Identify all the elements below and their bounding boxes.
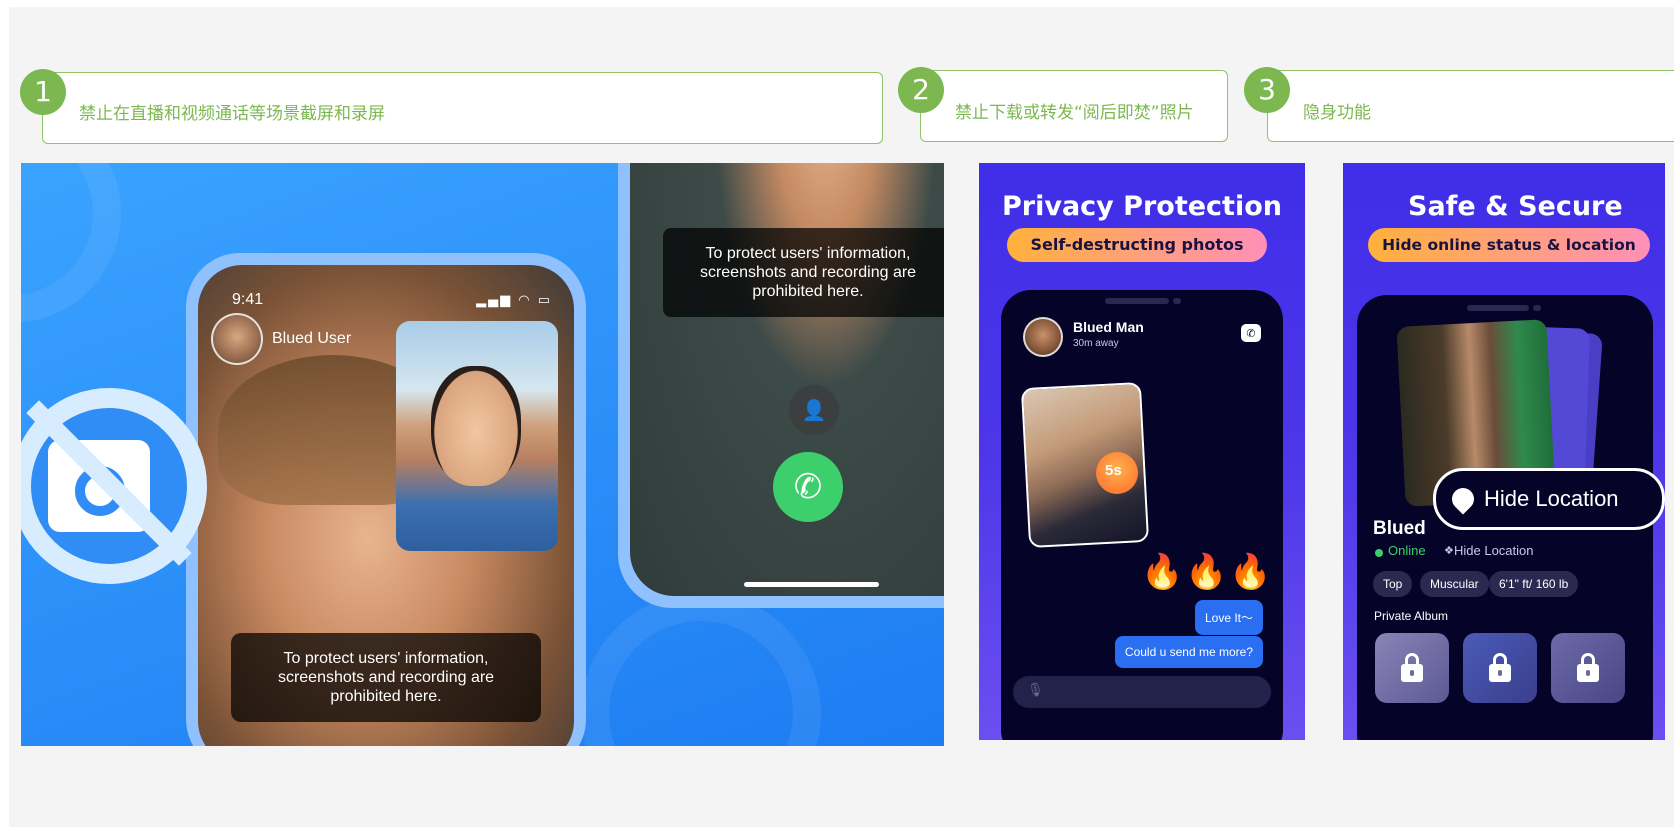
switch-camera-button[interactable]: 👤 — [789, 385, 839, 435]
phone-camera-dot — [1533, 305, 1541, 311]
tag-chip: 6'1" ft/ 160 lb — [1489, 571, 1579, 597]
contact-distance: 30m away — [1073, 338, 1119, 349]
online-status: Online — [1388, 543, 1426, 558]
private-album-label: Private Album — [1374, 609, 1449, 623]
fire-icon: 🔥 — [1185, 552, 1228, 592]
profile-name: Blued — [1373, 518, 1426, 539]
screenshot-warning-toast-right: To protect users' information, screensho… — [663, 228, 944, 317]
step-2-label: 禁止下载或转发“阅后即焚”照片 — [955, 103, 1194, 123]
private-album-photo[interactable] — [1463, 633, 1537, 703]
step-1-box: 禁止在直播和视频通话等场景截屏和录屏 — [42, 72, 883, 144]
lock-icon — [1401, 653, 1423, 682]
private-album-photo[interactable] — [1551, 633, 1625, 703]
step-1-label: 禁止在直播和视频通话等场景截屏和录屏 — [79, 104, 385, 124]
panel-headline: Safe & Secure — [1408, 191, 1623, 222]
status-icons: ▂▄▆ ◠ ▭ — [476, 293, 552, 308]
message-input[interactable]: 🎙 — [1013, 676, 1271, 708]
fire-icon: 🔥 — [1141, 552, 1184, 592]
call-button[interactable]: ✆ — [773, 452, 843, 522]
message-bubble: Could u send me more? — [1114, 636, 1263, 668]
message-bubble: Love It～ — [1194, 600, 1263, 635]
hide-location-button[interactable]: Hide Location — [1433, 468, 1665, 530]
screenshot-ban-panel: 9:41 ▂▄▆ ◠ ▭ Blued User To protect users… — [21, 163, 944, 746]
mic-icon[interactable]: 🎙 — [1027, 683, 1044, 698]
chat-phone: Blued Man 30m away ✆ 5s 🔥 🔥 🔥 Love It～ C… — [1001, 290, 1283, 740]
fire-icon: 🔥 — [1229, 552, 1272, 592]
safe-secure-panel: Safe & Secure Hide online status & locat… — [1343, 163, 1665, 740]
bg-decoration-ring — [581, 593, 821, 746]
phone-notch — [1105, 298, 1169, 304]
caller-name: Blued User — [272, 330, 352, 347]
bg-decoration-ring — [21, 163, 121, 323]
hide-status-banner: Hide online status & location — [1368, 228, 1650, 262]
lock-icon — [1577, 653, 1599, 682]
status-time: 9:41 — [232, 291, 264, 308]
tag-chip: Muscular — [1420, 571, 1489, 597]
step-2-badge: 2 — [898, 67, 944, 113]
video-call-icon[interactable]: ✆ — [1241, 324, 1261, 342]
step-3-box: 隐身功能 — [1267, 70, 1674, 142]
fire-timer-label: 5s — [1105, 462, 1122, 479]
self-view-face — [431, 366, 521, 486]
phone-notch — [1467, 305, 1529, 311]
hide-location-label: Hide Location — [1484, 486, 1619, 511]
private-album-photo[interactable] — [1375, 633, 1449, 703]
screenshot-warning-toast: To protect users' information, screensho… — [231, 633, 541, 722]
step-3-badge: 3 — [1244, 67, 1290, 113]
hide-location-small-icon: ❖ — [1444, 544, 1454, 557]
step-2-box: 禁止下载或转发“阅后即焚”照片 — [920, 70, 1228, 142]
privacy-protection-panel: Privacy Protection Self-destructing phot… — [979, 163, 1305, 740]
panel-headline: Privacy Protection — [1002, 191, 1282, 222]
hide-location-status: Hide Location — [1454, 543, 1534, 558]
avatar[interactable] — [211, 313, 263, 365]
self-destructing-banner: Self-destructing photos — [1007, 228, 1267, 262]
home-indicator — [744, 582, 879, 587]
contact-avatar[interactable] — [1023, 317, 1063, 357]
tag-chip: Top — [1373, 571, 1413, 597]
online-dot — [1375, 549, 1383, 557]
location-off-icon — [1447, 483, 1479, 515]
no-camera-icon — [21, 388, 207, 584]
lock-icon — [1489, 653, 1511, 682]
contact-name: Blued Man — [1073, 319, 1144, 335]
self-view-pip[interactable] — [396, 321, 558, 551]
step-3-label: 隐身功能 — [1303, 103, 1371, 123]
step-1-badge: 1 — [20, 69, 66, 115]
phone-camera-dot — [1173, 298, 1181, 304]
